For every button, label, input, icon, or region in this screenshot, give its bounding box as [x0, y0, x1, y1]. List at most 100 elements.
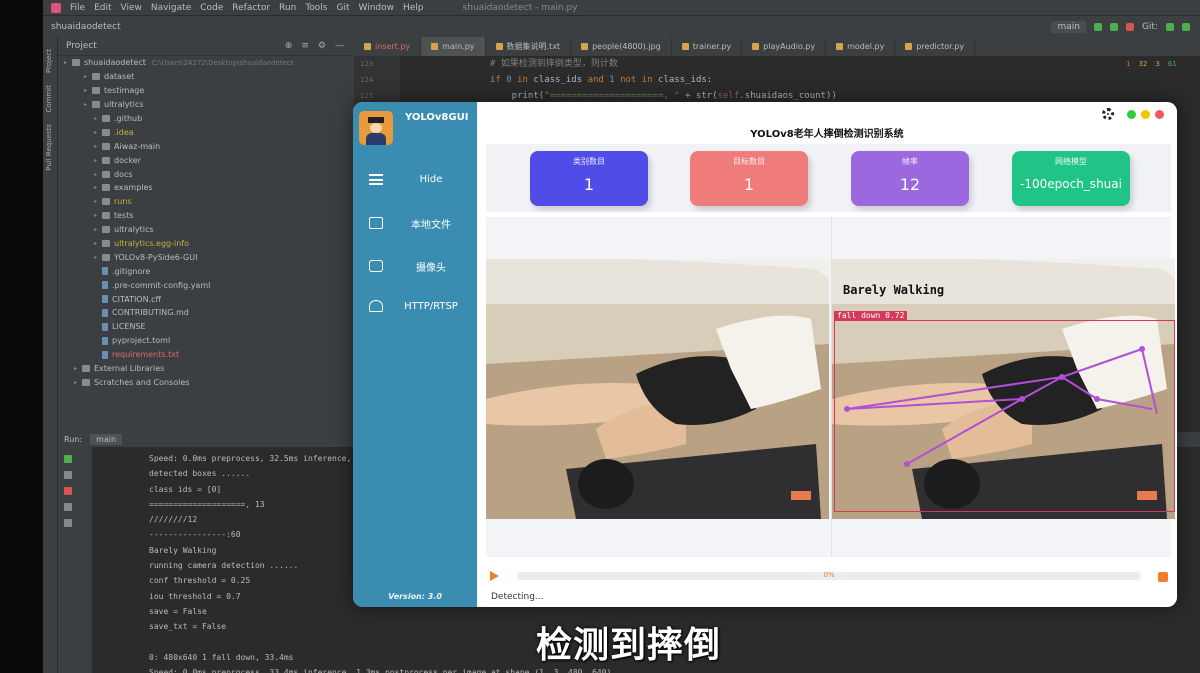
layout-icon[interactable]	[64, 503, 72, 511]
tree-item[interactable]: ▸ testimage	[58, 84, 354, 98]
expand-arrow-icon[interactable]: ▸	[94, 171, 102, 178]
menu-refactor[interactable]: Refactor	[232, 3, 270, 13]
expand-arrow-icon[interactable]: ▸	[74, 379, 82, 386]
settings-gear-icon[interactable]	[1102, 108, 1114, 120]
tree-item[interactable]: ▸ YOLOv8-PySide6-GUI	[58, 250, 354, 264]
collapse-icon[interactable]: ≡	[301, 41, 309, 51]
project-tool-tab[interactable]: Project	[45, 49, 53, 73]
menu-help[interactable]: Help	[403, 3, 424, 13]
git-commit-icon[interactable]	[1182, 22, 1190, 31]
project-path-note: C:\Users\24272\Desktop\shuaidaodetect	[151, 58, 294, 67]
tree-item[interactable]: ▸ .github	[58, 112, 354, 126]
tree-item[interactable]: ▸ shuaidaodetect C:\Users\24272\Desktop\sh…	[58, 56, 354, 70]
inspection-widget[interactable]: 1 32 3 61	[1126, 60, 1177, 68]
stop-run-icon[interactable]	[64, 487, 72, 495]
card-model[interactable]: 网络模型 -100epoch_shuai	[1012, 151, 1130, 206]
window-minimize-button[interactable]	[1127, 110, 1136, 119]
code-editor[interactable]: # 如果检测到摔倒类型，则计数 if 0 in class_ids and 1 n…	[400, 56, 1120, 106]
play-icon[interactable]	[490, 571, 499, 581]
expand-arrow-icon[interactable]: ▸	[94, 240, 102, 247]
debug-icon[interactable]	[1109, 22, 1118, 31]
expand-arrow-icon[interactable]: ▸	[94, 212, 102, 219]
expand-arrow-icon[interactable]: ▸	[94, 129, 102, 136]
expand-arrow-icon[interactable]: ▸	[94, 143, 102, 150]
commit-tool-tab[interactable]: Commit	[45, 85, 53, 113]
tree-item-label: Aiwaz-main	[114, 141, 161, 151]
tree-item[interactable]: ▸ tests	[58, 209, 354, 223]
tree-item[interactable]: ▸ docker	[58, 153, 354, 167]
editor-tab[interactable]: people(4800).jpg	[571, 37, 672, 56]
settings-gear-icon[interactable]: ⚙	[318, 41, 326, 51]
tree-item[interactable]: ▸ docs	[58, 167, 354, 181]
window-close-button[interactable]	[1155, 110, 1164, 119]
expand-arrow-icon[interactable]: ▸	[94, 115, 102, 122]
tree-item[interactable]: LICENSE	[58, 320, 354, 334]
nav-hide[interactable]: Hide	[353, 167, 477, 191]
tree-item[interactable]: pyproject.toml	[58, 334, 354, 348]
expand-arrow-icon[interactable]: ▸	[94, 226, 102, 233]
expand-arrow-icon[interactable]: ▸	[94, 157, 102, 164]
menu-code[interactable]: Code	[200, 3, 223, 13]
menu-navigate[interactable]: Navigate	[151, 3, 191, 13]
expand-arrow-icon[interactable]: ▸	[84, 101, 92, 108]
tree-item[interactable]: ▸ Aiwaz-main	[58, 139, 354, 153]
rerun-icon[interactable]	[64, 455, 72, 463]
locate-icon[interactable]: ⊕	[285, 41, 293, 51]
window-maximize-button[interactable]	[1141, 110, 1150, 119]
tree-item[interactable]: ▸ examples	[58, 181, 354, 195]
tree-item[interactable]: .gitignore	[58, 264, 354, 278]
tree-item-label: tests	[114, 211, 134, 221]
run-tab-main[interactable]: main	[90, 434, 123, 445]
editor-tab[interactable]: main.py	[421, 37, 486, 56]
tree-item[interactable]: ▸ External Libraries	[58, 362, 354, 376]
tree-item[interactable]: CONTRIBUTING.md	[58, 306, 354, 320]
file-type-icon	[364, 43, 371, 50]
menu-tools[interactable]: Tools	[305, 3, 327, 13]
nav-local-file[interactable]: 本地文件	[353, 211, 477, 235]
menu-edit[interactable]: Edit	[94, 3, 111, 13]
stop-icon[interactable]	[1125, 22, 1134, 31]
tree-item[interactable]: requirements.txt	[58, 348, 354, 362]
stop-button[interactable]	[1158, 572, 1168, 582]
nav-camera[interactable]: 摄像头	[353, 254, 477, 278]
progress-bar[interactable]: 0%	[517, 571, 1141, 580]
expand-arrow-icon[interactable]: ▸	[94, 198, 102, 205]
expand-arrow-icon[interactable]: ▸	[84, 87, 92, 94]
tree-item[interactable]: ▸ .idea	[58, 125, 354, 139]
run-config-select[interactable]: main	[1051, 20, 1086, 33]
pull-requests-tool-tab[interactable]: Pull Requests	[45, 124, 53, 171]
menu-file[interactable]: File	[70, 3, 85, 13]
expand-arrow-icon[interactable]: ▸	[94, 254, 102, 261]
editor-tab[interactable]: insert.py	[354, 37, 422, 56]
editor-tab[interactable]: 数据集说明.txt	[486, 37, 572, 56]
editor-tab[interactable]: predictor.py	[895, 37, 976, 56]
tree-item[interactable]: ▸ ultralytics.egg-info	[58, 237, 354, 251]
expand-arrow-icon[interactable]: ▸	[64, 59, 72, 66]
tree-item[interactable]: ▸ ultralytics	[58, 223, 354, 237]
editor-tab[interactable]: model.py	[826, 37, 896, 56]
editor-tab[interactable]: playAudio.py	[742, 37, 827, 56]
project-panel-title[interactable]: Project	[66, 41, 97, 51]
menu-window[interactable]: Window	[359, 3, 395, 13]
wrench-icon[interactable]	[64, 471, 72, 479]
expand-arrow-icon[interactable]: ▸	[74, 365, 82, 372]
hide-panel-icon[interactable]: —	[335, 41, 344, 51]
expand-arrow-icon[interactable]: ▸	[94, 184, 102, 191]
menu-git[interactable]: Git	[336, 3, 349, 13]
menu-view[interactable]: View	[121, 3, 142, 13]
editor-tab[interactable]: trainer.py	[672, 37, 743, 56]
run-icon[interactable]	[1093, 22, 1102, 31]
git-update-icon[interactable]	[1166, 22, 1174, 31]
pin-icon[interactable]	[64, 519, 72, 527]
tree-item[interactable]: ▸ Scratches and Consoles	[58, 375, 354, 389]
menu-run[interactable]: Run	[279, 3, 296, 13]
tree-item[interactable]: .pre-commit-config.yaml	[58, 278, 354, 292]
breadcrumb[interactable]: shuaidaodetect	[51, 22, 121, 32]
tree-item[interactable]: CITATION.cff	[58, 292, 354, 306]
tree-item[interactable]: ▸ dataset	[58, 70, 354, 84]
file-type-icon	[752, 43, 760, 50]
expand-arrow-icon[interactable]: ▸	[84, 73, 92, 80]
nav-http-rtsp[interactable]: HTTP/RTSP	[353, 294, 477, 318]
tree-item[interactable]: ▸ ultralytics	[58, 98, 354, 112]
tree-item[interactable]: ▸ runs	[58, 195, 354, 209]
